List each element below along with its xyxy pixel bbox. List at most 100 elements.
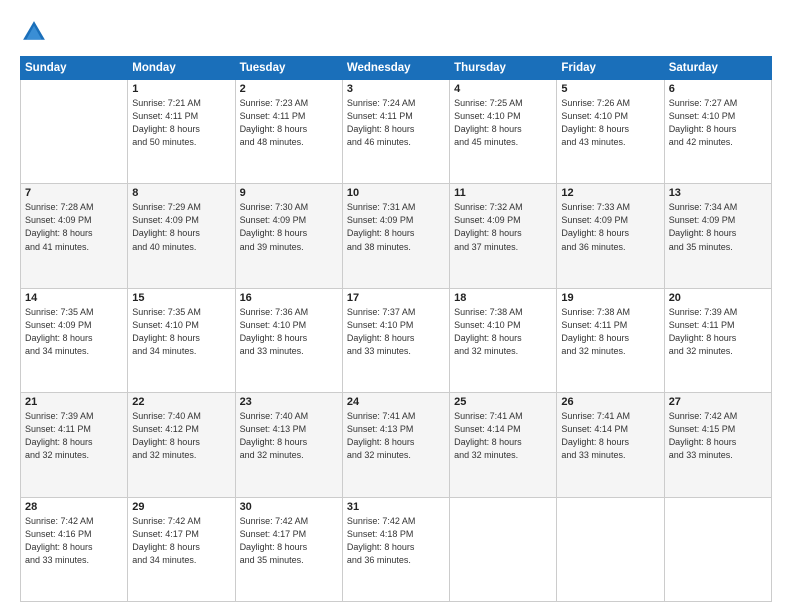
day-info: Sunrise: 7:24 AM Sunset: 4:11 PM Dayligh…	[347, 97, 445, 149]
header	[20, 18, 772, 46]
calendar: SundayMondayTuesdayWednesdayThursdayFrid…	[20, 56, 772, 602]
calendar-cell: 14 Sunrise: 7:35 AM Sunset: 4:09 PM Dayli…	[21, 288, 128, 392]
calendar-cell: 1Sunrise: 7:21 AM Sunset: 4:11 PM Daylig…	[128, 80, 235, 184]
day-info: Sunrise: 7:23 AM Sunset: 4:11 PM Dayligh…	[240, 97, 338, 149]
day-info: Sunrise: 7:36 AM Sunset: 4:10 PM Dayligh…	[240, 306, 338, 358]
day-number: 29	[132, 501, 230, 513]
day-number: 3	[347, 83, 445, 95]
day-info: Sunrise: 7:42 AM Sunset: 4:17 PM Dayligh…	[132, 515, 230, 567]
day-info: Sunrise: 7:34 AM Sunset: 4:09 PM Dayligh…	[669, 201, 767, 253]
day-number: 1	[132, 83, 230, 95]
calendar-cell	[664, 497, 771, 601]
day-info: Sunrise: 7:35 AM Sunset: 4:10 PM Dayligh…	[132, 306, 230, 358]
calendar-cell: 31 Sunrise: 7:42 AM Sunset: 4:18 PM Dayli…	[342, 497, 449, 601]
weekday-header: Tuesday	[235, 57, 342, 80]
day-number: 26	[561, 396, 659, 408]
day-number: 16	[240, 292, 338, 304]
calendar-week-row: 28 Sunrise: 7:42 AM Sunset: 4:16 PM Dayli…	[21, 497, 772, 601]
calendar-cell: 13 Sunrise: 7:34 AM Sunset: 4:09 PM Dayli…	[664, 184, 771, 288]
day-info: Sunrise: 7:40 AM Sunset: 4:12 PM Dayligh…	[132, 410, 230, 462]
day-number: 28	[25, 501, 123, 513]
day-number: 22	[132, 396, 230, 408]
calendar-cell: 17 Sunrise: 7:37 AM Sunset: 4:10 PM Dayli…	[342, 288, 449, 392]
day-info: Sunrise: 7:25 AM Sunset: 4:10 PM Dayligh…	[454, 97, 552, 149]
calendar-cell	[450, 497, 557, 601]
day-number: 4	[454, 83, 552, 95]
day-info: Sunrise: 7:29 AM Sunset: 4:09 PM Dayligh…	[132, 201, 230, 253]
day-info: Sunrise: 7:39 AM Sunset: 4:11 PM Dayligh…	[669, 306, 767, 358]
calendar-cell: 30 Sunrise: 7:42 AM Sunset: 4:17 PM Dayli…	[235, 497, 342, 601]
day-info: Sunrise: 7:41 AM Sunset: 4:14 PM Dayligh…	[454, 410, 552, 462]
calendar-cell: 15 Sunrise: 7:35 AM Sunset: 4:10 PM Dayli…	[128, 288, 235, 392]
calendar-cell: 3 Sunrise: 7:24 AM Sunset: 4:11 PM Daylig…	[342, 80, 449, 184]
calendar-cell: 29 Sunrise: 7:42 AM Sunset: 4:17 PM Dayli…	[128, 497, 235, 601]
calendar-cell: 22 Sunrise: 7:40 AM Sunset: 4:12 PM Dayli…	[128, 393, 235, 497]
day-number: 31	[347, 501, 445, 513]
calendar-cell: 27 Sunrise: 7:42 AM Sunset: 4:15 PM Dayli…	[664, 393, 771, 497]
day-number: 25	[454, 396, 552, 408]
day-info: Sunrise: 7:39 AM Sunset: 4:11 PM Dayligh…	[25, 410, 123, 462]
day-info: Sunrise: 7:40 AM Sunset: 4:13 PM Dayligh…	[240, 410, 338, 462]
day-info: Sunrise: 7:35 AM Sunset: 4:09 PM Dayligh…	[25, 306, 123, 358]
day-number: 2	[240, 83, 338, 95]
weekday-header: Wednesday	[342, 57, 449, 80]
day-info: Sunrise: 7:32 AM Sunset: 4:09 PM Dayligh…	[454, 201, 552, 253]
calendar-cell: 10Sunrise: 7:31 AM Sunset: 4:09 PM Dayli…	[342, 184, 449, 288]
weekday-header: Sunday	[21, 57, 128, 80]
calendar-cell: 19Sunrise: 7:38 AM Sunset: 4:11 PM Dayli…	[557, 288, 664, 392]
calendar-week-row: 21 Sunrise: 7:39 AM Sunset: 4:11 PM Dayli…	[21, 393, 772, 497]
day-info: Sunrise: 7:42 AM Sunset: 4:15 PM Dayligh…	[669, 410, 767, 462]
day-number: 6	[669, 83, 767, 95]
day-number: 18	[454, 292, 552, 304]
calendar-cell: 16 Sunrise: 7:36 AM Sunset: 4:10 PM Dayli…	[235, 288, 342, 392]
day-info: Sunrise: 7:42 AM Sunset: 4:18 PM Dayligh…	[347, 515, 445, 567]
logo-icon	[20, 18, 48, 46]
calendar-week-row: 7 Sunrise: 7:28 AM Sunset: 4:09 PM Daylig…	[21, 184, 772, 288]
day-number: 11	[454, 187, 552, 199]
day-number: 21	[25, 396, 123, 408]
calendar-cell: 11 Sunrise: 7:32 AM Sunset: 4:09 PM Dayli…	[450, 184, 557, 288]
day-info: Sunrise: 7:42 AM Sunset: 4:17 PM Dayligh…	[240, 515, 338, 567]
day-number: 9	[240, 187, 338, 199]
weekday-header: Monday	[128, 57, 235, 80]
day-info: Sunrise: 7:33 AM Sunset: 4:09 PM Dayligh…	[561, 201, 659, 253]
calendar-header-row: SundayMondayTuesdayWednesdayThursdayFrid…	[21, 57, 772, 80]
day-number: 15	[132, 292, 230, 304]
day-number: 7	[25, 187, 123, 199]
day-number: 30	[240, 501, 338, 513]
day-number: 8	[132, 187, 230, 199]
day-info: Sunrise: 7:42 AM Sunset: 4:16 PM Dayligh…	[25, 515, 123, 567]
calendar-cell: 25 Sunrise: 7:41 AM Sunset: 4:14 PM Dayli…	[450, 393, 557, 497]
day-number: 13	[669, 187, 767, 199]
day-info: Sunrise: 7:27 AM Sunset: 4:10 PM Dayligh…	[669, 97, 767, 149]
calendar-cell: 23 Sunrise: 7:40 AM Sunset: 4:13 PM Dayli…	[235, 393, 342, 497]
calendar-cell: 7 Sunrise: 7:28 AM Sunset: 4:09 PM Daylig…	[21, 184, 128, 288]
day-number: 23	[240, 396, 338, 408]
calendar-cell: 5 Sunrise: 7:26 AM Sunset: 4:10 PM Daylig…	[557, 80, 664, 184]
calendar-cell: 4 Sunrise: 7:25 AM Sunset: 4:10 PM Daylig…	[450, 80, 557, 184]
weekday-header: Thursday	[450, 57, 557, 80]
day-number: 17	[347, 292, 445, 304]
weekday-header: Saturday	[664, 57, 771, 80]
day-number: 27	[669, 396, 767, 408]
calendar-cell: 8 Sunrise: 7:29 AM Sunset: 4:09 PM Daylig…	[128, 184, 235, 288]
calendar-cell: 20Sunrise: 7:39 AM Sunset: 4:11 PM Dayli…	[664, 288, 771, 392]
day-info: Sunrise: 7:28 AM Sunset: 4:09 PM Dayligh…	[25, 201, 123, 253]
calendar-cell	[21, 80, 128, 184]
calendar-cell: 21 Sunrise: 7:39 AM Sunset: 4:11 PM Dayli…	[21, 393, 128, 497]
day-number: 24	[347, 396, 445, 408]
day-number: 12	[561, 187, 659, 199]
calendar-cell: 12 Sunrise: 7:33 AM Sunset: 4:09 PM Dayli…	[557, 184, 664, 288]
day-info: Sunrise: 7:30 AM Sunset: 4:09 PM Dayligh…	[240, 201, 338, 253]
page: SundayMondayTuesdayWednesdayThursdayFrid…	[0, 0, 792, 612]
day-number: 5	[561, 83, 659, 95]
day-number: 14	[25, 292, 123, 304]
calendar-week-row: 1Sunrise: 7:21 AM Sunset: 4:11 PM Daylig…	[21, 80, 772, 184]
calendar-cell: 24Sunrise: 7:41 AM Sunset: 4:13 PM Dayli…	[342, 393, 449, 497]
day-info: Sunrise: 7:37 AM Sunset: 4:10 PM Dayligh…	[347, 306, 445, 358]
day-info: Sunrise: 7:38 AM Sunset: 4:10 PM Dayligh…	[454, 306, 552, 358]
calendar-week-row: 14 Sunrise: 7:35 AM Sunset: 4:09 PM Dayli…	[21, 288, 772, 392]
day-number: 19	[561, 292, 659, 304]
calendar-cell: 18 Sunrise: 7:38 AM Sunset: 4:10 PM Dayli…	[450, 288, 557, 392]
day-info: Sunrise: 7:26 AM Sunset: 4:10 PM Dayligh…	[561, 97, 659, 149]
